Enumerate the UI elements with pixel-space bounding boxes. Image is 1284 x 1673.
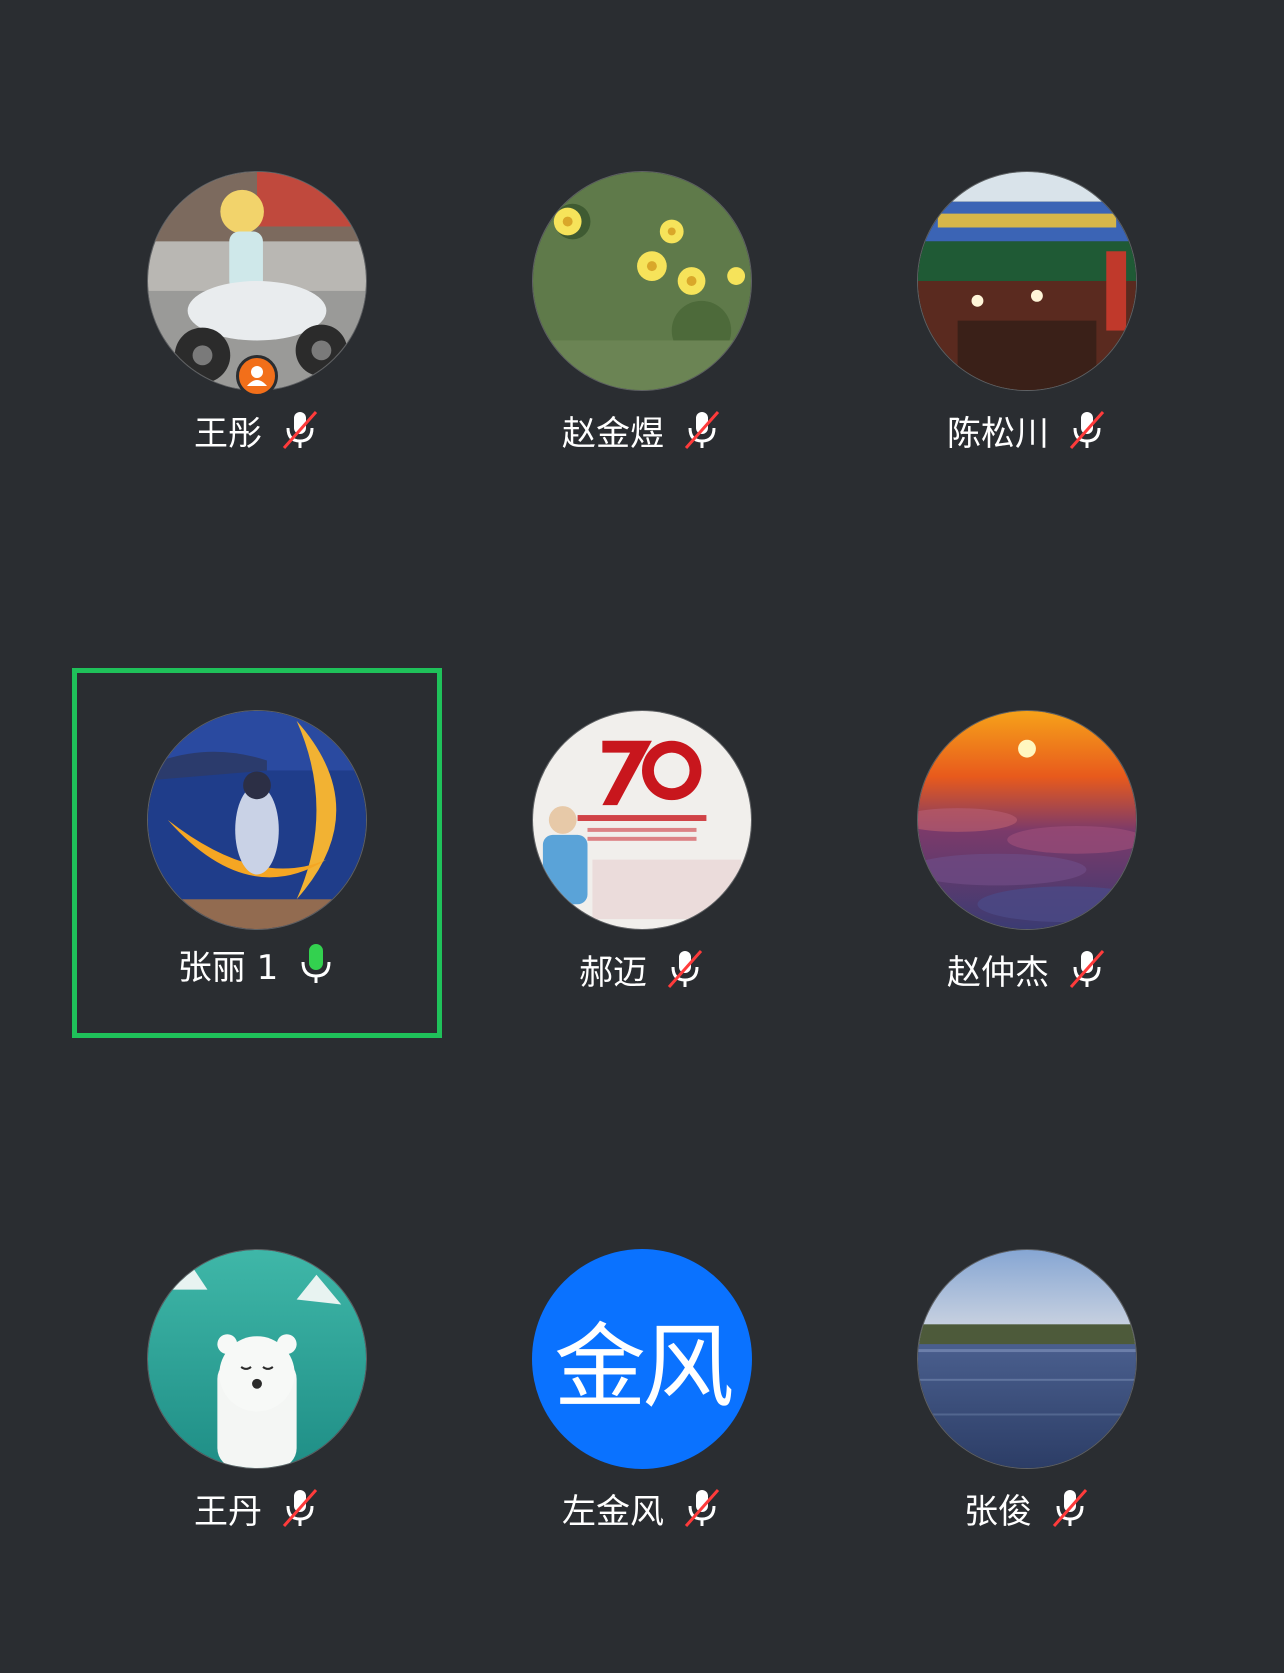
name-row: 王丹 [72,1483,442,1533]
participant-tile-wang-tong[interactable]: 王彤 [72,99,442,469]
mic-muted-icon[interactable] [665,947,705,991]
photo-chinese-gate-icon [917,171,1137,391]
photo-polar-bear-icon [147,1249,367,1469]
photo-lake-icon [917,1249,1137,1469]
participant-tile-zhang-li-active-speaker[interactable]: 张丽 1 [72,668,442,1038]
participant-grid: 王彤 赵金煜 陈松川 张丽 1 郝迈 赵仲杰 王丹 金风 左金风 张俊 [0,0,1284,1673]
participant-name: 左金风 [562,1491,664,1532]
participant-tile-zuo-jinfeng[interactable]: 金风 左金风 [457,1177,827,1547]
participant-tile-wang-dan[interactable]: 王丹 [72,1177,442,1547]
participant-name: 郝迈 [579,952,647,993]
photo-moon-girl-icon [147,710,367,930]
name-row: 郝迈 [457,944,827,994]
text-avatar: 金风 [532,1249,752,1469]
name-row: 左金风 [457,1483,827,1533]
host-person-icon [236,355,278,397]
participant-name: 陈松川 [947,413,1049,454]
mic-muted-icon[interactable] [1067,408,1107,452]
participant-name: 赵金煜 [562,413,664,454]
name-row: 赵金煜 [457,405,827,455]
participant-tile-zhao-zhongjie[interactable]: 赵仲杰 [842,638,1212,1008]
name-row: 张俊 [842,1483,1212,1533]
mic-muted-icon[interactable] [280,408,320,452]
participant-tile-zhao-jinyu[interactable]: 赵金煜 [457,99,827,469]
photo-70th-anniversary-icon [532,710,752,930]
name-row: 张丽 1 [77,939,437,989]
mic-muted-icon[interactable] [280,1486,320,1530]
mic-muted-icon[interactable] [1050,1486,1090,1530]
name-row: 王彤 [72,405,442,455]
participant-name: 张俊 [964,1491,1032,1532]
participant-tile-hao-mai[interactable]: 郝迈 [457,638,827,1008]
participant-name: 王丹 [194,1491,262,1532]
participant-name: 王彤 [194,413,262,454]
mic-on-icon[interactable] [296,942,336,986]
participant-name: 张丽 1 [177,947,279,988]
photo-sunset-clouds-icon [917,710,1137,930]
name-row: 赵仲杰 [842,944,1212,994]
participant-name: 赵仲杰 [947,952,1049,993]
mic-muted-icon[interactable] [682,1486,722,1530]
photo-yellow-flowers-icon [532,171,752,391]
avatar-initials: 金风 [553,1313,734,1421]
name-row: 陈松川 [842,405,1212,455]
mic-muted-icon[interactable] [682,408,722,452]
mic-muted-icon[interactable] [1067,947,1107,991]
participant-tile-zhang-jun[interactable]: 张俊 [842,1177,1212,1547]
participant-tile-chen-songchuan[interactable]: 陈松川 [842,99,1212,469]
